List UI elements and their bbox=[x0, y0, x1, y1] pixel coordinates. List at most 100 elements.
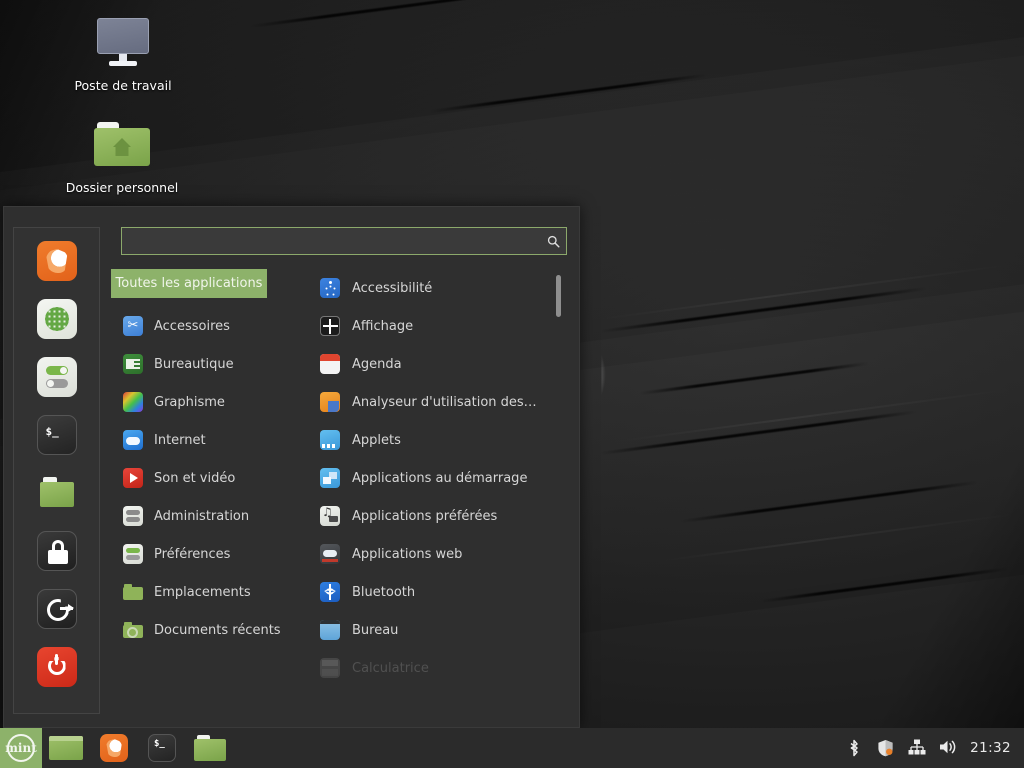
favorite-all-applications[interactable] bbox=[36, 299, 77, 339]
search-input[interactable] bbox=[122, 233, 540, 249]
search-box[interactable] bbox=[121, 227, 567, 255]
launcher-firefox[interactable] bbox=[90, 728, 138, 768]
app-item-label: Calculatrice bbox=[352, 660, 429, 676]
app-item-label: Agenda bbox=[352, 356, 402, 372]
app-item-label: Affichage bbox=[352, 318, 414, 334]
disk-usage-icon bbox=[320, 392, 340, 412]
desktop-icon-home[interactable]: Dossier personnel bbox=[62, 116, 182, 195]
calendar-icon bbox=[320, 354, 340, 374]
favorite-firefox[interactable] bbox=[36, 241, 77, 281]
application-menu: $_ Toutes les applications Accessoires bbox=[3, 206, 580, 728]
bluetooth-icon bbox=[320, 582, 340, 602]
category-label: Graphisme bbox=[154, 394, 225, 410]
category-internet[interactable]: Internet bbox=[111, 421, 310, 459]
category-label: Emplacements bbox=[154, 584, 251, 600]
app-item-affichage[interactable]: Affichage bbox=[310, 307, 553, 345]
home-folder-icon bbox=[62, 116, 182, 176]
search-row bbox=[121, 227, 567, 255]
accessibility-icon bbox=[320, 278, 340, 298]
display-icon bbox=[320, 316, 340, 336]
mint-logo-icon: mint bbox=[5, 734, 37, 762]
desktop-icon-label: Dossier personnel bbox=[65, 180, 179, 195]
preferences-icon bbox=[123, 544, 143, 564]
app-item-label: Analyseur d'utilisation des… bbox=[352, 394, 537, 410]
app-item-applets[interactable]: Applets bbox=[310, 421, 553, 459]
recent-documents-icon bbox=[123, 620, 143, 640]
app-item-bluetooth[interactable]: Bluetooth bbox=[310, 573, 553, 611]
favorite-log-out[interactable] bbox=[36, 589, 77, 629]
app-item-analyseur-utilisation-disques[interactable]: Analyseur d'utilisation des… bbox=[310, 383, 553, 421]
category-administration[interactable]: Administration bbox=[111, 497, 310, 535]
app-item-label: Accessibilité bbox=[352, 280, 433, 296]
network-tray-icon[interactable] bbox=[908, 739, 926, 757]
desktop-icon bbox=[320, 620, 340, 640]
app-item-accessibilite[interactable]: Accessibilité bbox=[310, 269, 553, 307]
category-list: Toutes les applications Accessoires Bure… bbox=[100, 269, 310, 727]
category-label: Documents récents bbox=[154, 622, 281, 638]
window-icon bbox=[49, 736, 83, 760]
office-icon bbox=[123, 354, 143, 374]
update-manager-tray-icon[interactable] bbox=[877, 739, 895, 757]
app-item-applications-au-demarrage[interactable]: Applications au démarrage bbox=[310, 459, 553, 497]
category-sound-video[interactable]: Son et vidéo bbox=[111, 459, 310, 497]
cloud-icon bbox=[123, 430, 143, 450]
favorite-terminal[interactable]: $_ bbox=[36, 415, 77, 455]
category-office[interactable]: Bureautique bbox=[111, 345, 310, 383]
category-label: Administration bbox=[154, 508, 250, 524]
clock[interactable]: 21:32 bbox=[970, 740, 1011, 756]
app-item-applications-preferees[interactable]: Applications préférées bbox=[310, 497, 553, 535]
app-item-applications-web[interactable]: Applications web bbox=[310, 535, 553, 573]
app-item-label: Applications au démarrage bbox=[352, 470, 528, 486]
app-item-bureau[interactable]: Bureau bbox=[310, 611, 553, 649]
bluetooth-tray-icon[interactable] bbox=[846, 739, 864, 757]
category-label: Internet bbox=[154, 432, 206, 448]
mint-logo-label: mint bbox=[5, 741, 37, 755]
volume-tray-icon[interactable] bbox=[939, 739, 957, 757]
launcher-terminal[interactable]: $_ bbox=[138, 728, 186, 768]
application-list-scrollbar-thumb[interactable] bbox=[556, 275, 561, 317]
launcher-files[interactable] bbox=[186, 728, 234, 768]
favorite-shutdown[interactable] bbox=[36, 647, 77, 687]
computer-icon bbox=[63, 14, 183, 74]
favorite-files[interactable] bbox=[37, 473, 77, 513]
category-label: Bureautique bbox=[154, 356, 234, 372]
app-item-label: Applications préférées bbox=[352, 508, 498, 524]
category-accessories[interactable]: Accessoires bbox=[111, 307, 310, 345]
category-label: Toutes les applications bbox=[115, 276, 263, 291]
category-graphics[interactable]: Graphisme bbox=[111, 383, 310, 421]
scissors-icon bbox=[123, 316, 143, 336]
mint-menu-button[interactable]: mint bbox=[0, 728, 42, 768]
application-list-scrollbar-track[interactable] bbox=[556, 269, 561, 727]
desktop-icon-label: Poste de travail bbox=[74, 78, 172, 93]
play-icon bbox=[123, 468, 143, 488]
menu-columns: Toutes les applications Accessoires Bure… bbox=[100, 255, 579, 727]
search-icon[interactable] bbox=[540, 235, 566, 248]
window-button-files[interactable] bbox=[42, 728, 90, 768]
folder-icon bbox=[194, 735, 226, 761]
desktop-icon-computer[interactable]: Poste de travail bbox=[63, 14, 183, 93]
category-recent-documents[interactable]: Documents récents bbox=[111, 611, 310, 649]
category-all-applications[interactable]: Toutes les applications bbox=[111, 269, 267, 298]
category-places[interactable]: Emplacements bbox=[111, 573, 310, 611]
favorite-lock-screen[interactable] bbox=[36, 531, 77, 571]
category-preferences[interactable]: Préférences bbox=[111, 535, 310, 573]
terminal-icon: $_ bbox=[148, 734, 176, 762]
favorite-system-settings[interactable] bbox=[36, 357, 77, 397]
app-item-agenda[interactable]: Agenda bbox=[310, 345, 553, 383]
category-label: Son et vidéo bbox=[154, 470, 236, 486]
app-item-calculatrice[interactable]: Calculatrice bbox=[310, 649, 553, 687]
favorites-rail: $_ bbox=[13, 227, 100, 714]
app-item-label: Applets bbox=[352, 432, 401, 448]
category-label: Préférences bbox=[154, 546, 231, 562]
app-item-label: Bureau bbox=[352, 622, 399, 638]
app-item-label: Applications web bbox=[352, 546, 463, 562]
preferred-applications-icon bbox=[320, 505, 340, 526]
startup-applications-icon bbox=[320, 468, 340, 488]
firefox-icon bbox=[100, 734, 128, 762]
app-item-label: Bluetooth bbox=[352, 584, 416, 600]
menu-main-area: Toutes les applications Accessoires Bure… bbox=[100, 207, 579, 727]
category-label: Accessoires bbox=[154, 318, 230, 334]
application-list[interactable]: Accessibilité Affichage Agenda Analyseur… bbox=[310, 269, 579, 727]
graphics-icon bbox=[123, 392, 143, 412]
places-folder-icon bbox=[123, 582, 143, 602]
